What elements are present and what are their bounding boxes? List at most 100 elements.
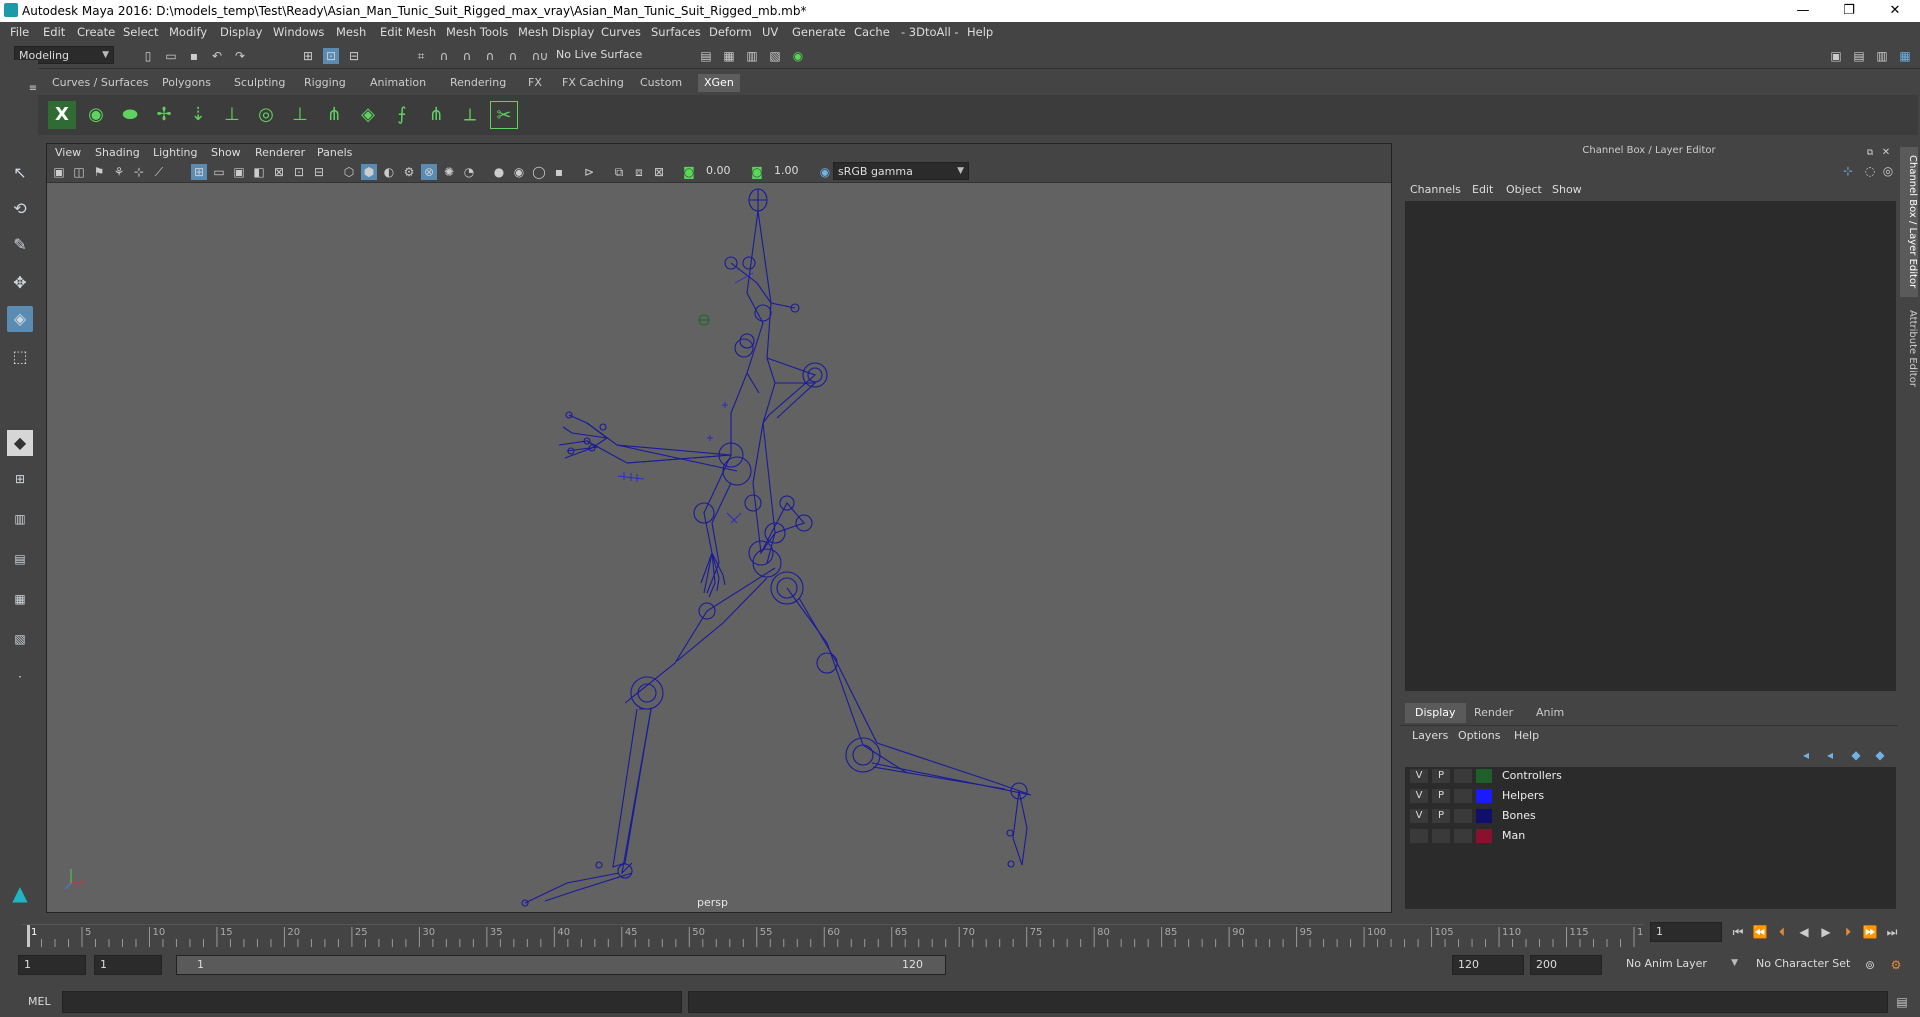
select-hierarchy-icon[interactable]: ⊞ [300, 48, 316, 64]
2d-pan-icon[interactable]: ⟋ [151, 164, 167, 180]
end-time-field[interactable]: 200 [1530, 955, 1602, 975]
bookmark-icon[interactable]: ⚑ [91, 164, 107, 180]
snap-view-icon[interactable]: ∩ [482, 48, 498, 64]
snap-grid-icon[interactable]: ⌗ [413, 48, 429, 64]
layer-display-type[interactable] [1454, 829, 1472, 843]
select-component-icon[interactable]: ⊟ [346, 48, 362, 64]
layer-visibility-toggle[interactable]: V [1410, 789, 1428, 803]
xgen-leaf-icon[interactable]: ⬬ [116, 101, 144, 129]
new-scene-icon[interactable]: ▯ [140, 48, 156, 64]
exposure-field[interactable]: 0.00 [701, 162, 747, 181]
speed-icon[interactable]: ◌ [1862, 163, 1878, 179]
layer-display-type[interactable] [1454, 769, 1472, 783]
tab-custom[interactable]: Custom [634, 74, 688, 92]
tab-sculpting[interactable]: Sculpting [228, 74, 291, 92]
menu-cache[interactable]: Cache [854, 25, 890, 39]
image-plane-icon[interactable]: ⚘ [111, 164, 127, 180]
magnet-icon[interactable]: ∪ [536, 48, 552, 64]
layer-color-swatch[interactable] [1476, 809, 1492, 823]
layer-visibility-toggle[interactable]: V [1410, 769, 1428, 783]
open-scene-icon[interactable]: ▭ [163, 48, 179, 64]
layer-playback-toggle[interactable]: P [1432, 809, 1450, 823]
tab-anim[interactable]: Anim [1526, 703, 1574, 723]
layer-color-swatch[interactable] [1476, 789, 1492, 803]
character-set-select[interactable]: No Character Set [1752, 955, 1862, 975]
menu-windows[interactable]: Windows [273, 25, 324, 39]
tab-rendering[interactable]: Rendering [444, 74, 512, 92]
xgen-rig-icon[interactable]: ⨍ [388, 101, 416, 129]
channel-menu-channels[interactable]: Channels [1410, 183, 1461, 196]
menu-help[interactable]: Help [967, 25, 993, 39]
xgen-sculpt-guide-icon[interactable]: ⇣ [184, 101, 212, 129]
playback-start-field[interactable]: 1 [94, 955, 162, 975]
tab-animation[interactable]: Animation [364, 74, 432, 92]
depth-of-field-icon[interactable]: ▪ [551, 164, 567, 180]
tab-fx-caching[interactable]: FX Caching [556, 74, 630, 92]
persp-graph-icon[interactable]: ▦ [7, 586, 33, 612]
view-transform-icon[interactable]: ◉ [817, 164, 833, 180]
minimize-button[interactable]: — [1780, 0, 1826, 22]
current-frame-field[interactable]: 1 [1650, 922, 1722, 942]
playback-end-field[interactable]: 120 [1452, 955, 1524, 975]
command-input[interactable] [62, 991, 682, 1013]
grid-toggle-icon[interactable]: ⊹ [131, 164, 147, 180]
move-layer-up-icon[interactable]: ◂ [1798, 747, 1814, 763]
isolate-select-icon[interactable]: ⊳ [581, 164, 597, 180]
time-slider[interactable]: 1 5 10 15 20 25 30 35 40 45 50 55 60 65 70 75 80 85 90 95 10… [22, 918, 1656, 948]
paint-select-icon[interactable]: ✎ [7, 232, 33, 258]
motion-blur-icon[interactable]: ◉ [511, 164, 527, 180]
channel-menu-object[interactable]: Object [1506, 183, 1542, 196]
film-gate-icon[interactable]: ▭ [211, 164, 227, 180]
render-frame-icon[interactable]: ▦ [721, 48, 737, 64]
close-button[interactable]: ✕ [1872, 0, 1918, 22]
tab-attribute-editor[interactable]: Attribute Editor [1900, 303, 1918, 393]
snap-point-icon[interactable]: ∩ [459, 48, 475, 64]
xgen-cut-icon[interactable]: ✂ [490, 101, 518, 129]
tab-rigging[interactable]: Rigging [298, 74, 352, 92]
use-all-lights-icon[interactable]: ✺ [441, 164, 457, 180]
hyperbolic-icon[interactable]: ◎ [1880, 163, 1896, 179]
layer-visibility-toggle[interactable]: V [1410, 809, 1428, 823]
layout-icon[interactable]: ▤ [1851, 48, 1867, 64]
persp-outliner-icon[interactable]: ▤ [7, 546, 33, 572]
xgen-visibility-icon[interactable]: ◎ [252, 101, 280, 129]
menu-uv[interactable]: UV [762, 25, 778, 39]
side-by-side-icon[interactable]: ▥ [7, 506, 33, 532]
channel-box-body[interactable] [1405, 201, 1896, 691]
four-view-icon[interactable]: ⊞ [7, 466, 33, 492]
preferences-icon[interactable]: ⚙ [1888, 957, 1904, 973]
ambient-occlusion-icon[interactable]: ● [491, 164, 507, 180]
safe-action-icon[interactable]: ⊡ [291, 164, 307, 180]
tab-polygons[interactable]: Polygons [156, 74, 217, 92]
layer-playback-toggle[interactable]: P [1432, 789, 1450, 803]
safe-title-icon[interactable]: ⊟ [311, 164, 327, 180]
viewport-persp[interactable]: persp [47, 183, 1391, 912]
auto-key-icon[interactable]: ⊚ [1862, 957, 1878, 973]
xgen-layers-icon[interactable]: ◈ [354, 101, 382, 129]
xgen-preview-icon[interactable]: ◉ [82, 101, 110, 129]
live-surface-field[interactable]: No Live Surface [552, 46, 652, 64]
undo-icon[interactable]: ↶ [209, 48, 225, 64]
menu-surfaces[interactable]: Surfaces [651, 25, 701, 39]
single-view-icon[interactable]: ◆ [7, 430, 33, 456]
xray-icon[interactable]: ⧉ [611, 164, 627, 180]
range-slider[interactable]: 1 120 [176, 955, 946, 975]
xgen-add-guide-icon[interactable]: ✢ [150, 101, 178, 129]
layer-menu-layers[interactable]: Layers [1412, 729, 1448, 742]
resolution-gate-icon[interactable]: ▣ [231, 164, 247, 180]
menu-mesh[interactable]: Mesh [336, 25, 366, 39]
rotate-tool-icon[interactable]: ◈ [7, 306, 33, 332]
play-forward-icon[interactable]: ▶ [1818, 924, 1834, 940]
save-scene-icon[interactable]: ▪ [186, 48, 202, 64]
panel-menu-shading[interactable]: Shading [95, 146, 140, 159]
layer-menu-help[interactable]: Help [1514, 729, 1539, 742]
xgen-insert-guide-icon[interactable]: ⊥ [218, 101, 246, 129]
layer-visibility-toggle[interactable] [1410, 829, 1428, 843]
panel-menu-view[interactable]: View [55, 146, 81, 159]
script-editor-icon[interactable]: ▤ [1894, 994, 1910, 1010]
tab-curves-surfaces[interactable]: Curves / Surfaces [46, 74, 155, 92]
xgen-comb-icon[interactable]: ⟂ [456, 101, 484, 129]
scale-tool-icon[interactable]: ⬚ [7, 344, 33, 370]
panels-icon[interactable]: ▥ [1874, 48, 1890, 64]
xgen-lock-icon[interactable]: ⊥ [286, 101, 314, 129]
